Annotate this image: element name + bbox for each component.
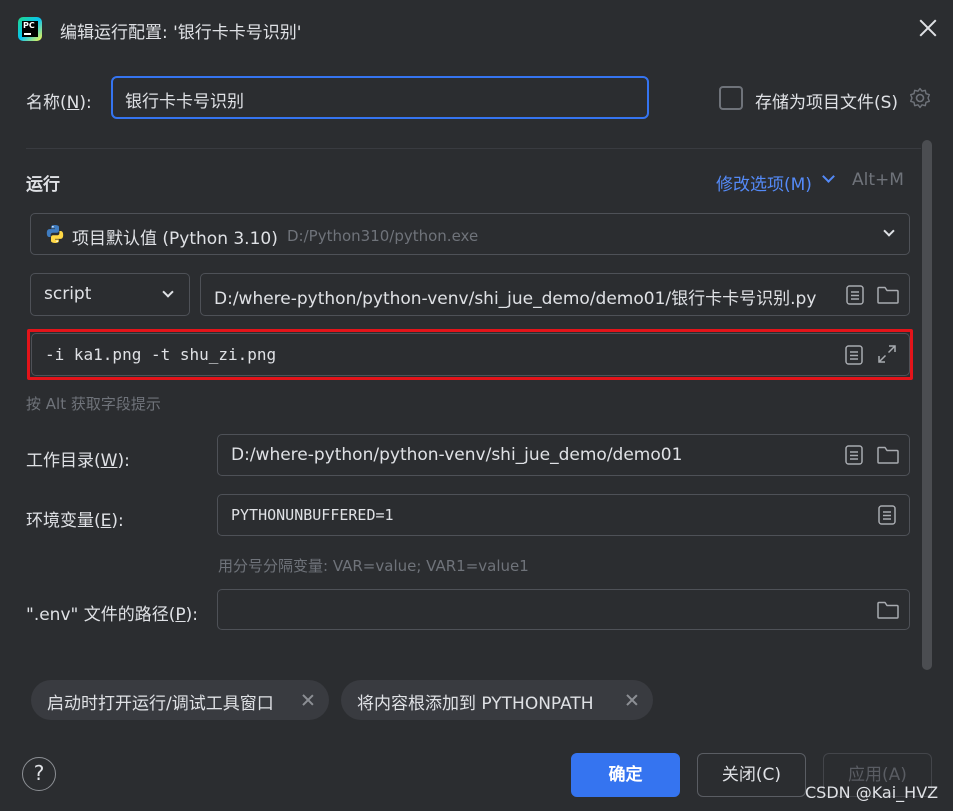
name-label: 名称(N): [26, 93, 92, 113]
chip-label: 启动时打开运行/调试工具窗口 [47, 694, 274, 714]
ok-button[interactable]: 确定 [571, 753, 680, 797]
env-file-label: ".env" 文件的路径(P): [26, 605, 199, 625]
list-icon[interactable] [876, 504, 898, 526]
env-vars-field[interactable]: PYTHONUNBUFFERED=1 [217, 494, 910, 536]
chevron-down-icon[interactable] [822, 170, 835, 183]
env-vars-hint: 用分号分隔变量: VAR=value; VAR1=value1 [218, 557, 529, 575]
modify-options-link[interactable]: 修改选项(M) [716, 170, 812, 195]
name-value: 银行卡卡号识别 [125, 92, 244, 112]
interpreter-select[interactable]: 项目默认值 (Python 3.10) D:/Python310/python.… [30, 213, 910, 255]
interpreter-name: 项目默认值 (Python 3.10) [72, 229, 278, 249]
list-icon[interactable] [843, 444, 865, 466]
folder-icon[interactable] [876, 444, 900, 466]
chip-label: 将内容根添加到 PYTHONPATH [357, 694, 594, 714]
script-path-field[interactable]: D:/where-python/python-venv/shi_jue_demo… [200, 273, 910, 316]
gear-icon[interactable] [909, 87, 931, 109]
highlight-box [27, 329, 913, 380]
close-icon[interactable] [915, 15, 941, 41]
close-icon[interactable] [301, 693, 315, 707]
folder-icon[interactable] [876, 284, 900, 306]
working-dir-value: D:/where-python/python-venv/shi_jue_demo… [231, 445, 683, 465]
divider [26, 148, 921, 149]
pycharm-logo-icon: PC [18, 17, 42, 41]
chevron-down-icon [883, 225, 895, 237]
list-icon[interactable] [844, 284, 866, 306]
script-type-value: script [44, 284, 92, 304]
close-button[interactable]: 关闭(C) [697, 753, 806, 797]
chevron-down-icon [162, 286, 174, 298]
store-as-project-file-checkbox[interactable] [719, 86, 743, 110]
parameters-hint: 按 Alt 获取字段提示 [26, 395, 161, 413]
dialog-title: 编辑运行配置: '银行卡卡号识别' [60, 23, 302, 43]
script-path-value: D:/where-python/python-venv/shi_jue_demo… [214, 289, 817, 309]
modify-options-shortcut: Alt+M [852, 170, 904, 190]
working-dir-label: 工作目录(W): [26, 451, 130, 471]
python-icon [46, 225, 64, 243]
scrollbar-thumb[interactable] [922, 140, 932, 670]
title-bar: PC 编辑运行配置: '银行卡卡号识别' [0, 0, 953, 60]
run-section-title: 运行 [26, 175, 60, 195]
help-button[interactable]: ? [22, 757, 56, 791]
chip-open-run-tool-window[interactable]: 启动时打开运行/调试工具窗口 [31, 680, 329, 720]
folder-icon[interactable] [876, 599, 900, 621]
chip-add-content-roots[interactable]: 将内容根添加到 PYTHONPATH [341, 680, 653, 720]
name-field[interactable]: 银行卡卡号识别 [111, 76, 649, 119]
store-as-project-file-label[interactable]: 存储为项目文件(S) [755, 88, 898, 113]
interpreter-path: D:/Python310/python.exe [287, 227, 479, 245]
env-vars-label: 环境变量(E): [26, 511, 124, 531]
working-dir-field[interactable]: D:/where-python/python-venv/shi_jue_demo… [217, 434, 910, 476]
env-file-field[interactable] [217, 589, 910, 630]
script-type-select[interactable]: script [30, 273, 190, 316]
env-vars-value: PYTHONUNBUFFERED=1 [231, 506, 394, 524]
close-icon[interactable] [625, 693, 639, 707]
watermark: CSDN @Kai_HVZ [805, 783, 939, 802]
